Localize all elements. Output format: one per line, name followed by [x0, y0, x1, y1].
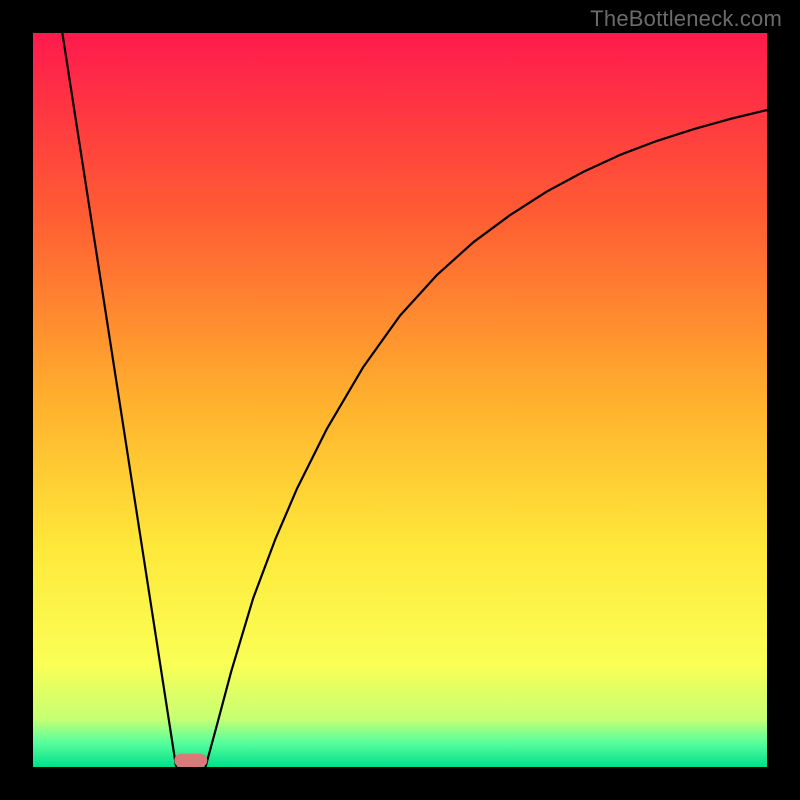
- plot-area: [33, 33, 767, 767]
- min-marker: [174, 754, 207, 767]
- chart-svg: [33, 33, 767, 767]
- gradient-background: [33, 33, 767, 767]
- chart-frame: TheBottleneck.com: [0, 0, 800, 800]
- marker-group: [174, 754, 207, 767]
- watermark-text: TheBottleneck.com: [590, 6, 782, 32]
